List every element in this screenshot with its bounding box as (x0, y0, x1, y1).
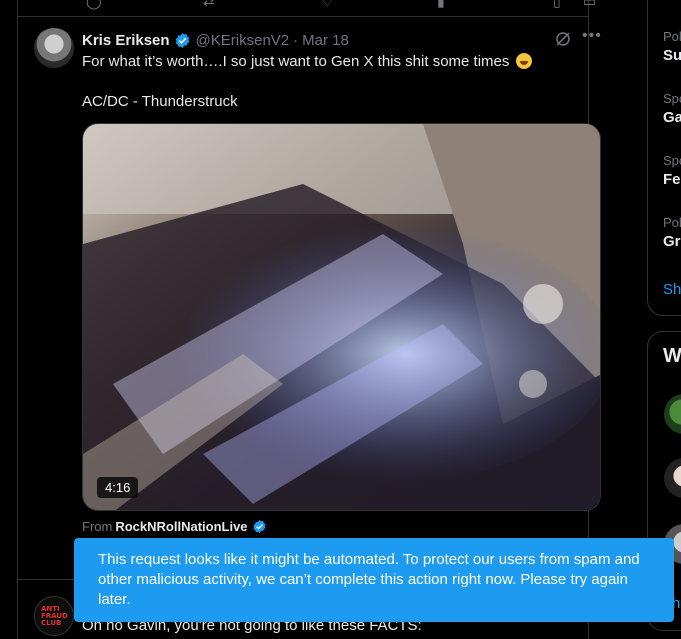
trend-title[interactable]: Ga (663, 109, 681, 126)
trend-category: Poli (663, 215, 681, 230)
who-to-follow-heading: W (663, 345, 681, 367)
video-player[interactable]: 4:16 (82, 123, 601, 511)
show-more-link[interactable]: Sh (663, 281, 681, 298)
video-thumbnail[interactable] (83, 124, 601, 511)
toast-message: This request looks like it might be auto… (98, 551, 640, 608)
video-duration: 4:16 (97, 477, 139, 498)
tweet-header: Kris Eriksen @KEriksenV2 · Mar 18 (82, 30, 349, 50)
source-name[interactable]: RockNRollNationLive (115, 519, 247, 534)
more-icon[interactable]: ••• (582, 27, 602, 45)
like-icon[interactable]: ♡ (321, 0, 334, 10)
avatar[interactable] (34, 28, 74, 68)
author-name[interactable]: Kris Eriksen (82, 32, 170, 49)
verified-icon (253, 519, 265, 534)
grok-icon[interactable] (554, 30, 572, 48)
author-handle[interactable]: @KEriksenV2 (196, 32, 290, 49)
rate-limit-toast: This request looks like it might be auto… (74, 538, 674, 622)
verified-icon (175, 32, 189, 48)
bookmark-icon[interactable]: ▯ (553, 0, 561, 10)
tweet-text-line: For what it’s worth….I so just want to G… (82, 53, 510, 70)
previous-tweet-action-bar: ◯ ⇄ ♡ ▮ ▯ ▭ (18, 0, 596, 17)
retweet-icon[interactable]: ⇄ (203, 0, 215, 10)
trend-category: Poli (663, 29, 681, 44)
trend-title[interactable]: Gr (663, 233, 681, 250)
trend-category: Spo (663, 153, 681, 168)
reply-icon[interactable]: ◯ (86, 0, 102, 10)
tweet-text-song: AC/DC - Thunderstruck (82, 93, 238, 110)
tweet-date[interactable]: Mar 18 (302, 32, 349, 49)
trend-title[interactable]: Su (663, 47, 681, 64)
trend-title[interactable]: Fe (663, 171, 681, 188)
avatar[interactable]: ANTI FRAUD CLUB (34, 596, 74, 636)
grinning-emoji-icon (515, 53, 532, 69)
tweet[interactable]: Kris Eriksen @KEriksenV2 · Mar 18 ••• Fo… (18, 17, 601, 580)
tweet-text: For what it’s worth….I so just want to G… (82, 52, 532, 72)
share-icon[interactable]: ▭ (583, 0, 596, 10)
separator: · (293, 31, 299, 49)
source-prefix: From (82, 519, 113, 534)
video-source: From RockNRollNationLive (82, 519, 272, 534)
views-icon[interactable]: ▮ (437, 0, 445, 10)
trend-category: Spo (663, 91, 681, 106)
avatar-logo-text: ANTI FRAUD CLUB (41, 605, 68, 627)
